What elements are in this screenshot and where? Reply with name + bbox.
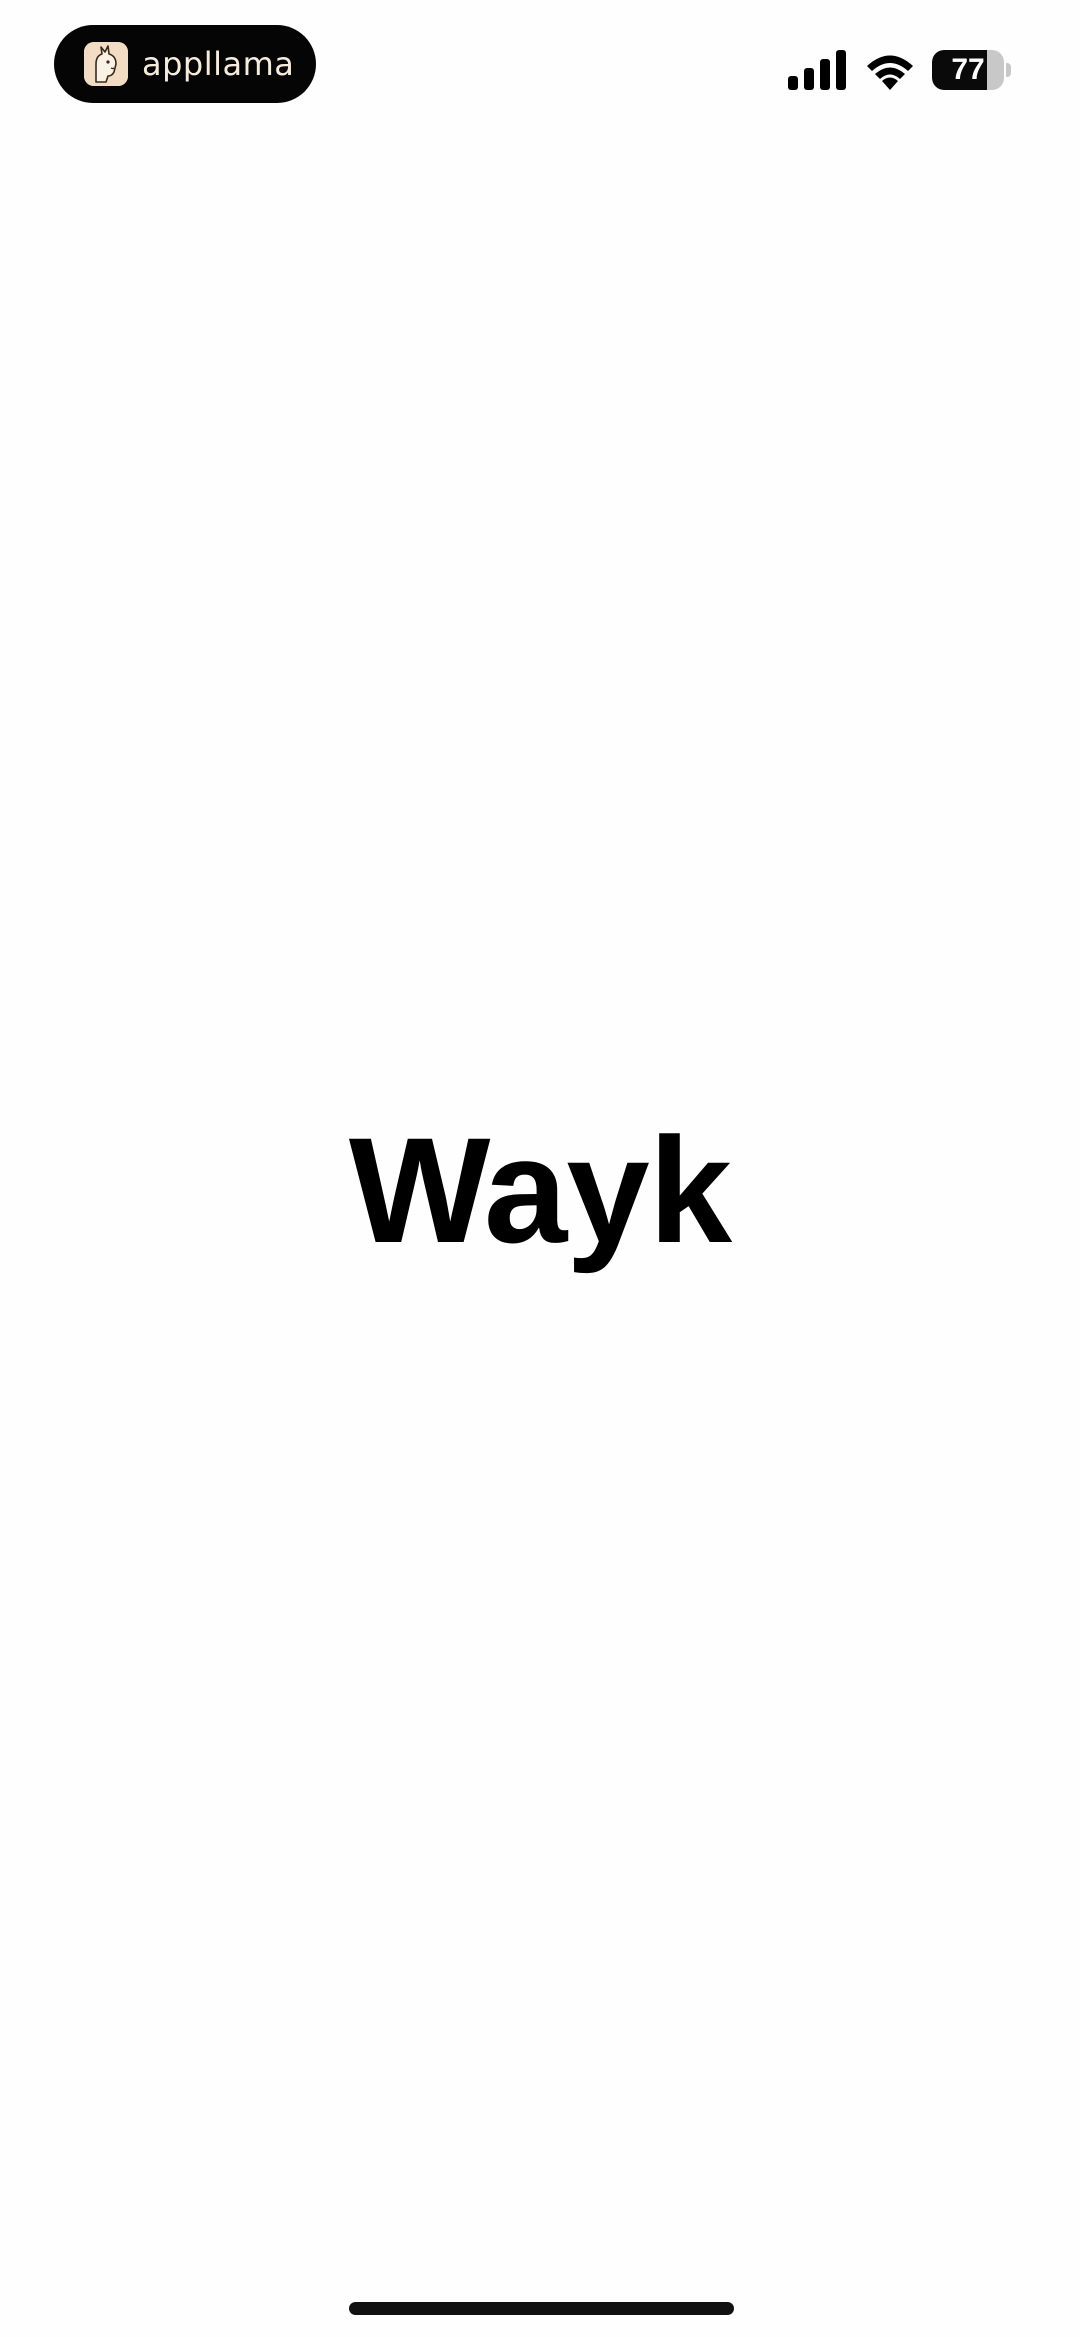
app-badge[interactable]: appllama bbox=[54, 25, 316, 103]
battery-level-text: 77 bbox=[951, 53, 985, 86]
battery-icon: 77 bbox=[932, 50, 1011, 90]
home-indicator[interactable] bbox=[349, 2302, 734, 2315]
cellular-signal-icon bbox=[788, 50, 846, 90]
status-indicators: 77 bbox=[788, 48, 1011, 92]
llama-icon bbox=[84, 42, 128, 86]
battery-body: 77 bbox=[932, 50, 1004, 90]
splash-screen: appllama 77 Wayk bbox=[0, 0, 1080, 2337]
app-badge-label: appllama bbox=[142, 45, 295, 83]
wifi-icon bbox=[867, 55, 913, 90]
battery-cap bbox=[1006, 63, 1011, 77]
status-bar: appllama 77 bbox=[0, 0, 1080, 140]
app-title: Wayk bbox=[348, 1106, 732, 1274]
